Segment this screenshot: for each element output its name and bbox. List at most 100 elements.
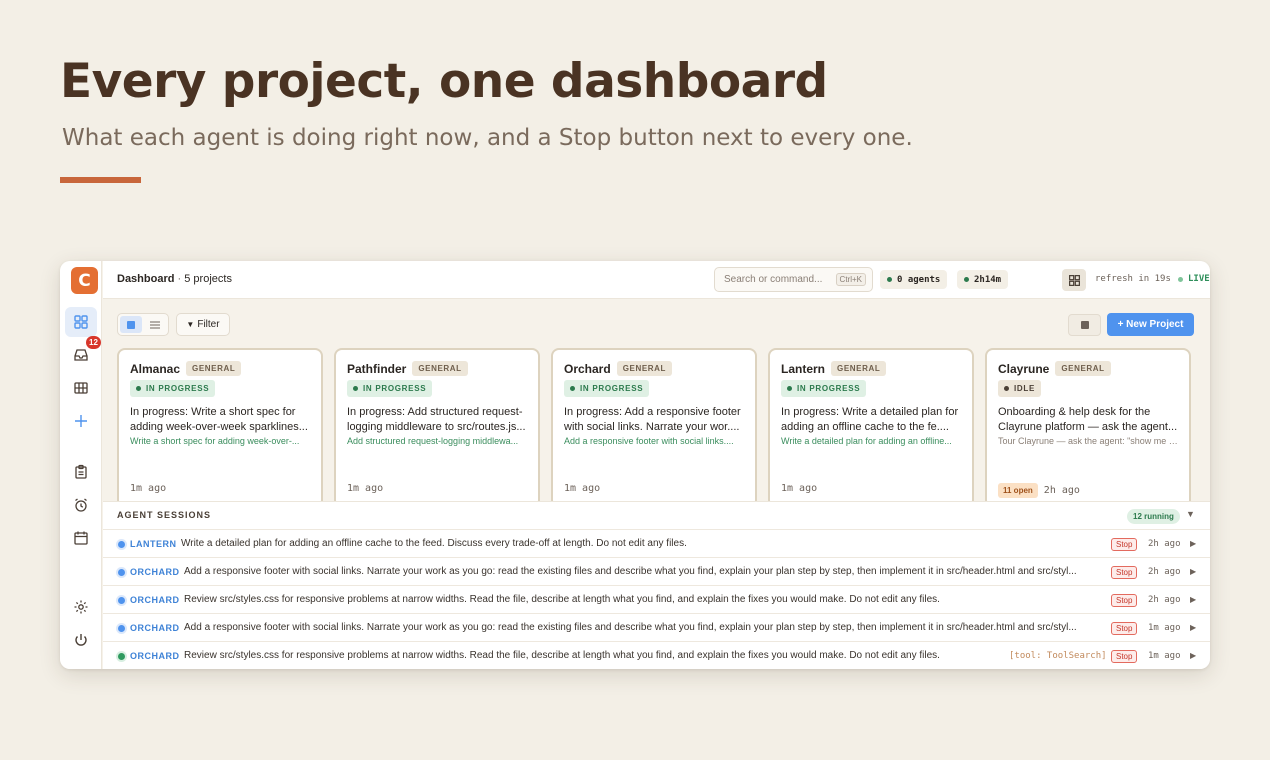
layout-toggle-button[interactable] bbox=[1062, 269, 1086, 291]
session-row[interactable]: ORCHARD Review src/styles.css for respon… bbox=[103, 585, 1210, 613]
project-card[interactable]: Pathfinder GENERAL IN PROGRESS In progres… bbox=[334, 348, 540, 508]
card-summary: In progress: Add a responsive footer wit… bbox=[564, 406, 741, 433]
agent-sessions-panel: AGENT SESSIONS 12 running ▼ LANTERN Writ… bbox=[103, 501, 1210, 669]
sidebar-item-tasks[interactable] bbox=[65, 457, 97, 487]
session-time: 2h ago bbox=[1148, 595, 1181, 605]
card-name: Clayrune bbox=[998, 361, 1050, 376]
session-status-dot bbox=[118, 541, 125, 548]
stop-button[interactable]: Stop bbox=[1111, 622, 1138, 635]
status-badge: IN PROGRESS bbox=[564, 380, 650, 397]
session-row[interactable]: LANTERN Write a detailed plan for adding… bbox=[103, 529, 1210, 557]
session-prompt: Review src/styles.css for responsive pro… bbox=[184, 594, 940, 605]
card-summary: In progress: Write a detailed plan for a… bbox=[781, 406, 959, 433]
collapse-chevron-icon[interactable]: ▼ bbox=[1186, 509, 1195, 519]
expand-arrow-icon[interactable]: ▶ bbox=[1190, 623, 1196, 632]
status-badge: IN PROGRESS bbox=[130, 380, 216, 397]
sidebar-item-inbox[interactable]: 12 bbox=[65, 336, 101, 370]
card-tag: GENERAL bbox=[412, 361, 468, 376]
status-label: IN PROGRESS bbox=[363, 384, 427, 393]
grid-icon bbox=[1068, 274, 1080, 286]
session-row[interactable]: ORCHARD Review src/styles.css for respon… bbox=[103, 641, 1210, 669]
session-row[interactable]: ORCHARD Add a responsive footer with soc… bbox=[103, 613, 1210, 641]
status-dot bbox=[887, 277, 892, 282]
expand-arrow-icon[interactable]: ▶ bbox=[1190, 567, 1196, 576]
sidebar-item-power[interactable] bbox=[65, 625, 97, 655]
power-icon bbox=[75, 634, 87, 646]
tool-indicator: [tool: ToolSearch] bbox=[1009, 651, 1107, 661]
stop-button[interactable]: Stop bbox=[1111, 538, 1138, 551]
status-badge: IN PROGRESS bbox=[347, 380, 433, 397]
session-project: ORCHARD bbox=[130, 651, 180, 661]
project-card[interactable]: Almanac GENERAL IN PROGRESS In progress: … bbox=[117, 348, 323, 508]
app-logo[interactable]: C bbox=[71, 267, 98, 294]
card-summary: In progress: Add structured request-logg… bbox=[347, 406, 526, 433]
list-view-button[interactable] bbox=[144, 316, 166, 333]
expand-arrow-icon[interactable]: ▶ bbox=[1190, 539, 1196, 548]
breadcrumb: Dashboard · 5 projects bbox=[117, 273, 232, 285]
stop-button[interactable]: Stop bbox=[1111, 650, 1138, 663]
session-status-dot bbox=[118, 625, 125, 632]
session-project: ORCHARD bbox=[130, 623, 180, 633]
card-task: Add structured request-logging middlewa.… bbox=[347, 436, 519, 446]
card-footer: 1m ago bbox=[564, 483, 600, 494]
status-badge: IDLE bbox=[998, 380, 1042, 397]
card-tag: GENERAL bbox=[186, 361, 242, 376]
sidebar-item-board[interactable] bbox=[65, 373, 97, 403]
search-placeholder: Search or command... bbox=[724, 274, 823, 285]
project-card[interactable]: Clayrune GENERAL IDLE Onboarding & help d… bbox=[985, 348, 1191, 508]
card-tag: GENERAL bbox=[616, 361, 673, 376]
session-project: ORCHARD bbox=[130, 567, 180, 577]
open-count-badge[interactable]: 11 open bbox=[998, 483, 1038, 498]
inbox-badge: 12 bbox=[86, 336, 101, 349]
stop-button[interactable]: Stop bbox=[1111, 566, 1138, 579]
expand-arrow-icon[interactable]: ▶ bbox=[1190, 651, 1196, 660]
status-label: IN PROGRESS bbox=[580, 384, 644, 393]
session-time: 1m ago bbox=[1148, 651, 1181, 661]
card-summary: In progress: Write a short spec for addi… bbox=[130, 406, 308, 433]
card-task: Write a short spec for adding week-over-… bbox=[130, 436, 300, 446]
status-dot bbox=[787, 386, 792, 391]
accent-rule bbox=[60, 177, 141, 183]
sidebar-item-add[interactable] bbox=[65, 406, 97, 436]
card-footer: 1m ago bbox=[781, 483, 817, 494]
status-dot bbox=[570, 386, 575, 391]
agents-status: 0 agents bbox=[880, 270, 948, 289]
sidebar-item-alarms[interactable] bbox=[65, 490, 97, 520]
filter-button[interactable]: ▼ Filter bbox=[176, 313, 230, 336]
session-prompt: Write a detailed plan for adding an offl… bbox=[181, 538, 687, 549]
card-footer: 11 open 2h ago bbox=[998, 483, 1080, 498]
project-card[interactable]: Lantern GENERAL IN PROGRESS In progress: … bbox=[768, 348, 974, 508]
card-time: 1m ago bbox=[347, 483, 384, 494]
uptime-value: 2h14m bbox=[974, 274, 1002, 285]
stop-all-button[interactable] bbox=[1068, 314, 1101, 336]
card-task: Add a responsive footer with social link… bbox=[564, 436, 734, 446]
new-project-button[interactable]: + New Project bbox=[1107, 313, 1194, 336]
breadcrumb-separator: · bbox=[174, 273, 185, 285]
sidebar-item-calendar[interactable] bbox=[65, 523, 97, 553]
sidebar-item-dashboard[interactable] bbox=[65, 307, 97, 337]
status-dot bbox=[136, 386, 141, 391]
stop-button[interactable]: Stop bbox=[1111, 594, 1138, 607]
grid-view-button[interactable] bbox=[120, 316, 142, 333]
sidebar-item-settings[interactable] bbox=[65, 592, 97, 622]
filter-icon: ▼ bbox=[186, 320, 195, 329]
board-icon bbox=[74, 382, 88, 394]
card-time: 1m ago bbox=[130, 483, 167, 494]
page-title: Dashboard bbox=[117, 273, 175, 285]
status-dot bbox=[964, 277, 969, 282]
expand-arrow-icon[interactable]: ▶ bbox=[1190, 595, 1196, 604]
status-label: IDLE bbox=[1014, 384, 1036, 393]
session-project: ORCHARD bbox=[130, 595, 180, 605]
hero-subtitle: What each agent is doing right now, and … bbox=[62, 125, 913, 151]
project-card[interactable]: Orchard GENERAL IN PROGRESS In progress: … bbox=[551, 348, 757, 508]
card-name: Pathfinder bbox=[347, 361, 407, 376]
session-row[interactable]: ORCHARD Add a responsive footer with soc… bbox=[103, 557, 1210, 585]
status-label: IN PROGRESS bbox=[146, 384, 210, 393]
grid-icon bbox=[74, 315, 88, 329]
session-prompt: Review src/styles.css for responsive pro… bbox=[184, 650, 940, 661]
card-name: Orchard bbox=[564, 361, 611, 376]
search-input[interactable]: Search or command... Ctrl+K bbox=[714, 267, 873, 292]
session-project: LANTERN bbox=[130, 539, 177, 549]
card-footer: 1m ago bbox=[347, 483, 383, 494]
card-tag: GENERAL bbox=[1055, 361, 1111, 376]
